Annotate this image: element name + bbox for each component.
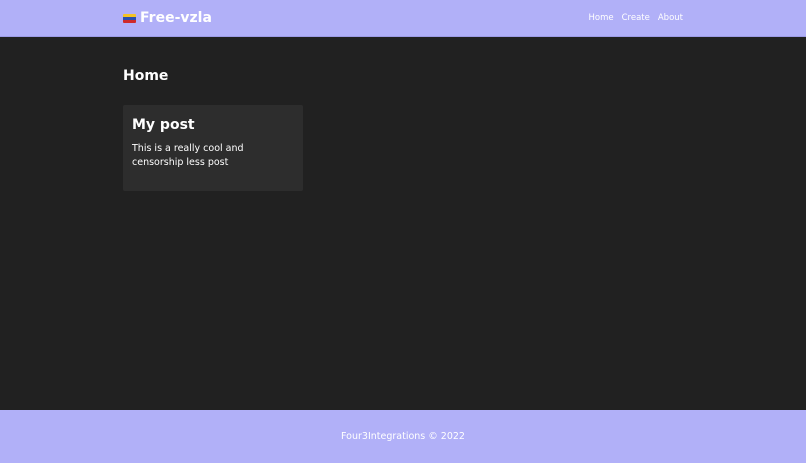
post-body: This is a really cool and censorship les… (132, 143, 244, 168)
post-title[interactable]: My post (132, 116, 294, 134)
brand-link[interactable]: Free-vzla (123, 9, 212, 27)
footer-copyright: Four3Integrations © 2022 (341, 430, 465, 442)
nav-about-link[interactable]: About (658, 12, 683, 24)
page: Free-vzla Home Create About Home My post… (0, 0, 806, 463)
top-navbar: Free-vzla Home Create About (0, 0, 806, 37)
footer: Four3Integrations © 2022 (0, 410, 806, 463)
main-nav: Home Create About (589, 12, 684, 24)
main-content: Home My post This is a really cool and c… (123, 67, 683, 191)
nav-create-link[interactable]: Create (622, 12, 650, 24)
nav-home-link[interactable]: Home (589, 12, 614, 24)
brand-label: Free-vzla (140, 10, 212, 26)
post-card[interactable]: My post This is a really cool and censor… (123, 105, 303, 191)
venezuela-flag-icon (123, 13, 136, 23)
page-title: Home (123, 68, 169, 84)
